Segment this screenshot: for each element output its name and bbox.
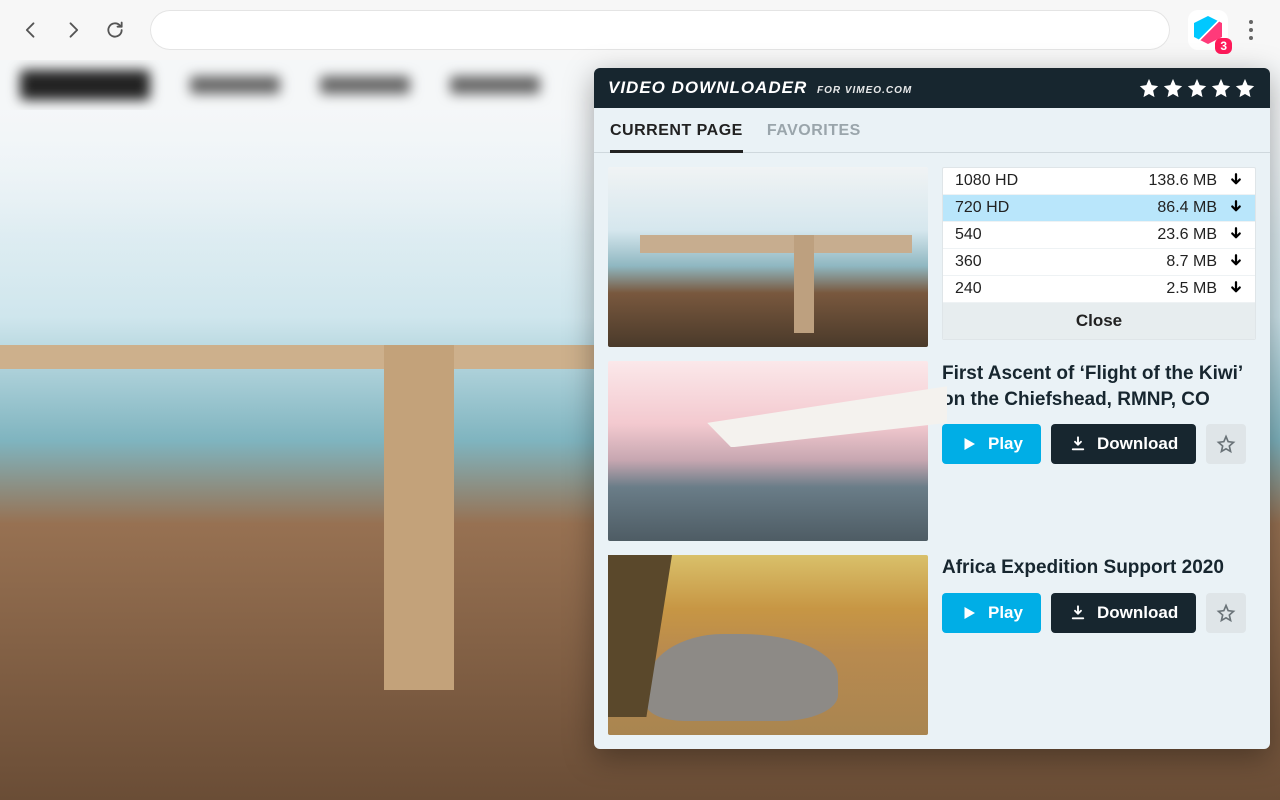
video-title: Africa Expedition Support 2020 (942, 555, 1256, 581)
quality-option[interactable]: 1080 HD 138.6 MB (943, 168, 1255, 195)
star-outline-icon (1216, 603, 1236, 623)
video-item: 1080 HD 138.6 MB 720 HD 86.4 MB 540 23.6… (608, 167, 1256, 347)
video-item: Africa Expedition Support 2020 Play Down… (608, 555, 1256, 735)
download-icon (1069, 604, 1087, 622)
favorite-button[interactable] (1206, 424, 1246, 464)
play-label: Play (988, 603, 1023, 623)
tab-current-page[interactable]: CURRENT PAGE (610, 122, 743, 152)
tab-favorites[interactable]: FAVORITES (767, 122, 861, 152)
video-title: First Ascent of ‘Flight of the Kiwi’ on … (942, 361, 1256, 412)
quality-size: 23.6 MB (1157, 226, 1217, 244)
quality-label: 1080 HD (955, 172, 1149, 190)
play-button[interactable]: Play (942, 424, 1041, 464)
play-button[interactable]: Play (942, 593, 1041, 633)
quality-list: 1080 HD 138.6 MB 720 HD 86.4 MB 540 23.6… (942, 167, 1256, 340)
star-icon (1138, 77, 1160, 99)
forward-button[interactable] (56, 13, 90, 47)
download-arrow-icon (1227, 253, 1245, 271)
quality-option[interactable]: 360 8.7 MB (943, 249, 1255, 276)
reload-button[interactable] (98, 13, 132, 47)
download-icon (1069, 435, 1087, 453)
popup-title-main: VIDEO DOWNLOADER (608, 78, 807, 97)
popup-title: VIDEO DOWNLOADER FOR VIMEO.COM (608, 78, 912, 98)
quality-size: 2.5 MB (1166, 280, 1217, 298)
video-list: 1080 HD 138.6 MB 720 HD 86.4 MB 540 23.6… (594, 153, 1270, 749)
star-icon (1162, 77, 1184, 99)
download-label: Download (1097, 434, 1178, 454)
popup-header: VIDEO DOWNLOADER FOR VIMEO.COM (594, 68, 1270, 108)
popup-title-sub: FOR VIMEO.COM (817, 85, 912, 96)
quality-label: 360 (955, 253, 1166, 271)
download-arrow-icon (1227, 226, 1245, 244)
quality-size: 8.7 MB (1166, 253, 1217, 271)
extension-popup: VIDEO DOWNLOADER FOR VIMEO.COM CURRENT P… (594, 68, 1270, 749)
rating-stars[interactable] (1138, 77, 1256, 99)
video-thumbnail[interactable] (608, 361, 928, 541)
browser-toolbar: 3 (0, 0, 1280, 60)
quality-option[interactable]: 540 23.6 MB (943, 222, 1255, 249)
browser-menu-button[interactable] (1236, 12, 1266, 48)
favorite-button[interactable] (1206, 593, 1246, 633)
star-icon (1186, 77, 1208, 99)
download-arrow-icon (1227, 280, 1245, 298)
quality-label: 540 (955, 226, 1157, 244)
download-button[interactable]: Download (1051, 424, 1196, 464)
extension-icon[interactable]: 3 (1188, 10, 1228, 50)
video-thumbnail[interactable] (608, 555, 928, 735)
quality-option[interactable]: 720 HD 86.4 MB (943, 195, 1255, 222)
play-icon (960, 604, 978, 622)
popup-tabs: CURRENT PAGE FAVORITES (594, 108, 1270, 153)
download-label: Download (1097, 603, 1178, 623)
video-item: First Ascent of ‘Flight of the Kiwi’ on … (608, 361, 1256, 541)
download-arrow-icon (1227, 199, 1245, 217)
quality-label: 720 HD (955, 199, 1157, 217)
download-arrow-icon (1227, 172, 1245, 190)
close-button[interactable]: Close (943, 303, 1255, 339)
play-icon (960, 435, 978, 453)
star-icon (1210, 77, 1232, 99)
video-thumbnail[interactable] (608, 167, 928, 347)
blurred-site-nav (20, 70, 580, 100)
quality-size: 138.6 MB (1149, 172, 1217, 190)
address-bar[interactable] (150, 10, 1170, 50)
star-icon (1234, 77, 1256, 99)
extension-badge: 3 (1215, 38, 1232, 54)
star-outline-icon (1216, 434, 1236, 454)
quality-size: 86.4 MB (1157, 199, 1217, 217)
quality-option[interactable]: 240 2.5 MB (943, 276, 1255, 303)
back-button[interactable] (14, 13, 48, 47)
download-button[interactable]: Download (1051, 593, 1196, 633)
quality-label: 240 (955, 280, 1166, 298)
play-label: Play (988, 434, 1023, 454)
